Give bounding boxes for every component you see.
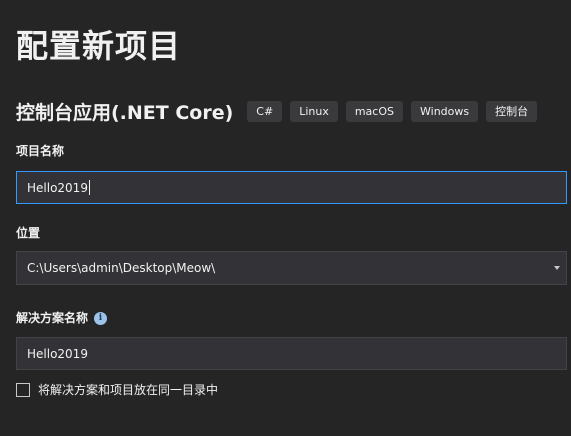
location-label-text: 位置 [16, 226, 41, 240]
location-label: 位置 [16, 225, 40, 241]
configure-project-page: 配置新项目 控制台应用(.NET Core) C# Linux macOS Wi… [0, 0, 571, 436]
template-name: 控制台应用(.NET Core) [16, 101, 234, 124]
solution-name-label-text: 解决方案名称 [16, 311, 89, 325]
solution-name-input[interactable]: Hello2019 [16, 337, 567, 370]
template-header: 控制台应用(.NET Core) C# Linux macOS Windows … [16, 97, 545, 125]
tag-linux: Linux [290, 100, 338, 122]
same-directory-option[interactable]: 将解决方案和项目放在同一目录中 [16, 381, 218, 398]
project-name-label: 项目名称 [16, 143, 64, 159]
tag-console: 控制台 [486, 100, 538, 122]
solution-name-value: Hello2019 [27, 346, 88, 361]
page-title: 配置新项目 [16, 27, 182, 65]
project-name-input[interactable]: Hello2019 [16, 171, 567, 204]
same-directory-checkbox[interactable] [16, 382, 30, 397]
location-value: C:\Users\admin\Desktop\Meow\ [27, 261, 216, 275]
chevron-down-icon[interactable] [554, 266, 560, 270]
info-icon[interactable]: i [94, 311, 108, 325]
tag-windows: Windows [411, 100, 479, 122]
tag-csharp: C# [247, 100, 283, 122]
project-name-value: Hello2019 [27, 180, 88, 195]
solution-name-label: 解决方案名称 i [16, 310, 108, 326]
project-name-label-text: 项目名称 [16, 144, 65, 158]
tag-macos: macOS [345, 100, 403, 122]
same-directory-label[interactable]: 将解决方案和项目放在同一目录中 [38, 381, 218, 398]
location-combobox[interactable]: C:\Users\admin\Desktop\Meow\ [16, 251, 567, 285]
text-caret [88, 180, 90, 195]
